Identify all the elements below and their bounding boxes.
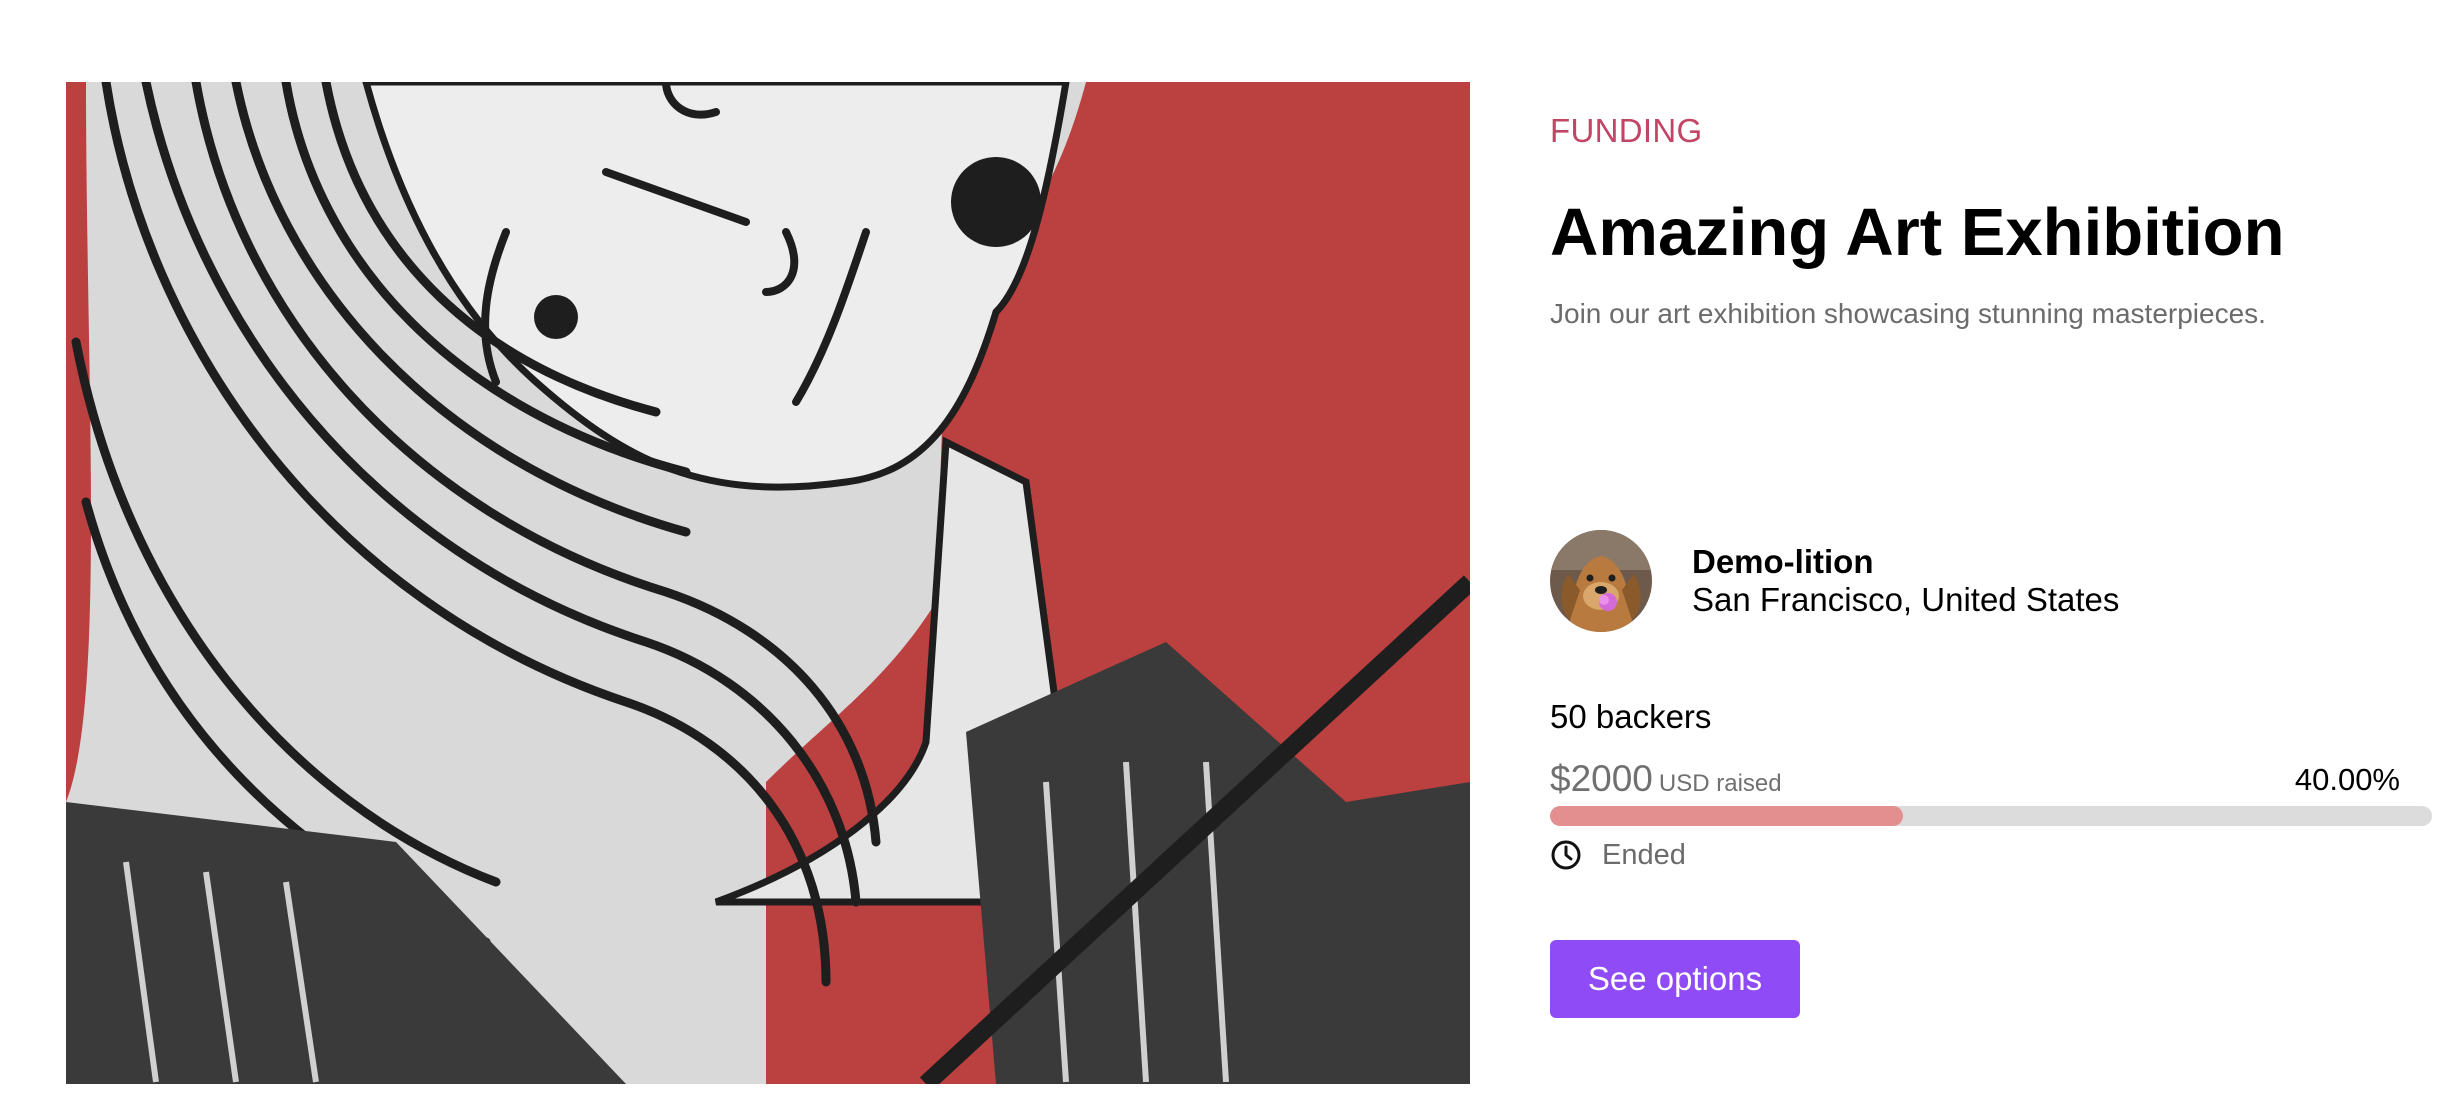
campaign-subtitle: Join our art exhibition showcasing stunn…: [1550, 298, 2266, 329]
creator-name-link[interactable]: Demo-lition: [1692, 543, 2119, 581]
backers-count: 50 backers: [1550, 698, 1712, 735]
status-text: Ended: [1602, 838, 1686, 871]
creator-location: San Francisco, United States: [1692, 581, 2120, 618]
campaign-hero-image: [66, 82, 1470, 1084]
amount-raised: $2000 USD raised: [1550, 758, 1782, 800]
creator-profile: Demo-lition San Francisco, United States: [1550, 530, 2119, 632]
campaign-status: Ended: [1550, 836, 1686, 874]
amount-value: $2000: [1550, 758, 1653, 799]
amount-suffix: USD raised: [1658, 770, 1782, 797]
campaign-title: Amazing Art Exhibition: [1550, 195, 2285, 270]
see-options-button[interactable]: See options: [1550, 940, 1800, 1018]
funding-progress-bar: [1550, 806, 2432, 826]
campaign-info-panel: FUNDING Amazing Art Exhibition Join our …: [1550, 0, 2432, 1114]
clock-icon: [1550, 839, 1582, 871]
creator-avatar[interactable]: [1550, 530, 1652, 632]
funding-percent: 40.00%: [2294, 762, 2400, 797]
artwork-image: [66, 82, 1470, 1084]
funding-summary: $2000 USD raised 40.00%: [1550, 754, 2400, 800]
dog-avatar: [1550, 530, 1652, 632]
campaign-category: FUNDING: [1550, 112, 1703, 149]
funding-progress-fill: [1550, 806, 1903, 826]
